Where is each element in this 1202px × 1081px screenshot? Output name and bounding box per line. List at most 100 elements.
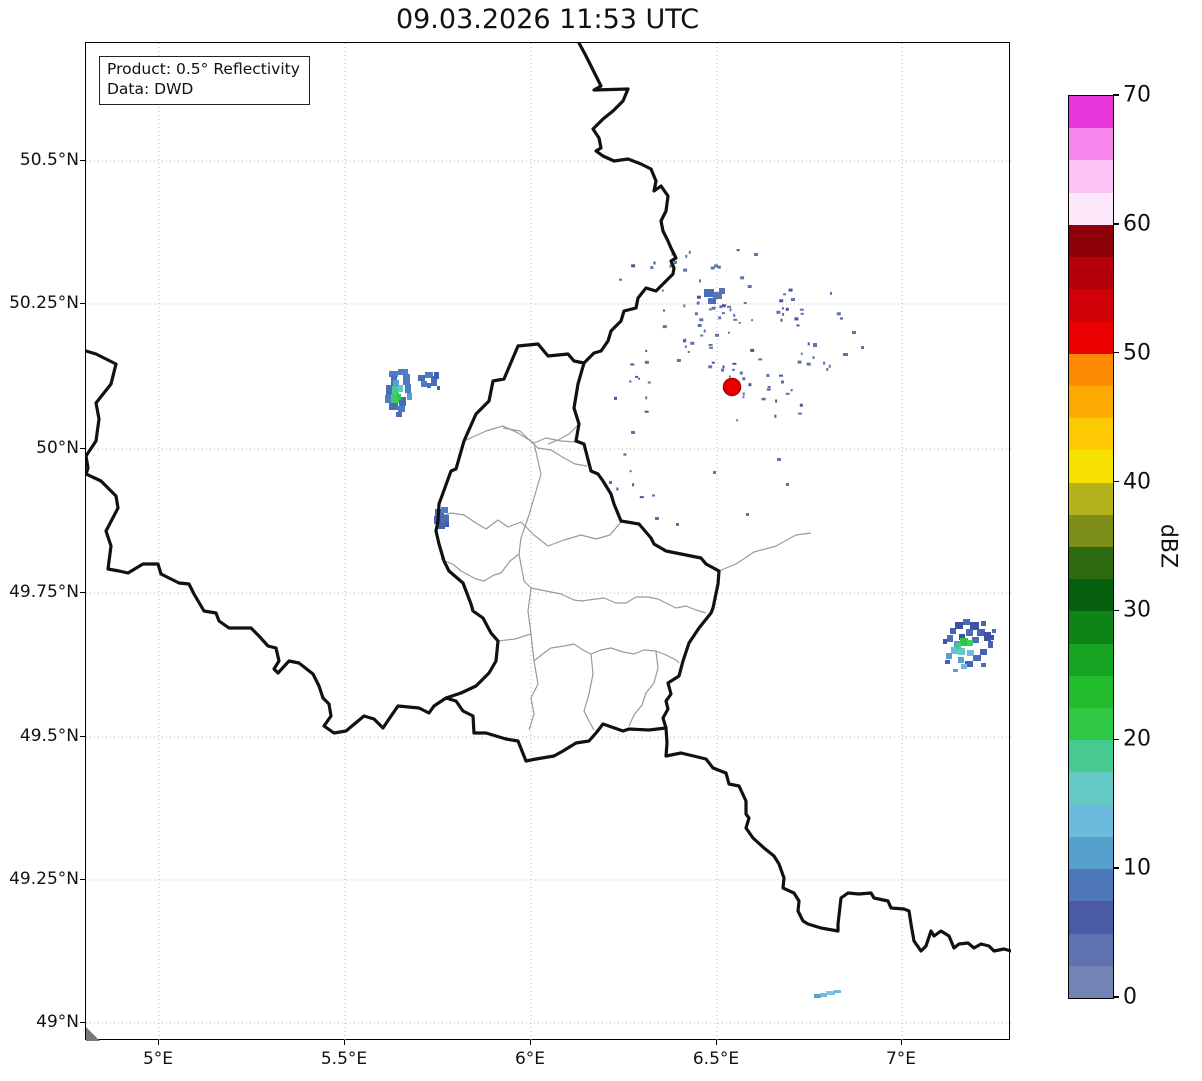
colorbar-segment: [1069, 192, 1113, 225]
y-axis-tick-label: 50°N: [36, 438, 79, 458]
clutter-speckle: [614, 396, 617, 400]
radar-echo-cell: [990, 635, 994, 640]
colorbar-segment: [1069, 611, 1113, 644]
admin-border: [502, 427, 588, 467]
colorbar-segment: [1069, 450, 1113, 483]
radar-echo-cell: [826, 991, 835, 995]
radar-echo-cell: [393, 380, 399, 386]
admin-border: [718, 532, 812, 572]
clutter-speckle: [766, 388, 771, 391]
clutter-speckle: [799, 308, 804, 311]
radar-echo-cell: [958, 648, 965, 655]
colorbar-segment: [1069, 160, 1113, 193]
admin-border: [628, 650, 659, 727]
colorbar-tick-label: 10: [1123, 855, 1151, 881]
clutter-speckle: [635, 375, 639, 378]
radar-echo-cell: [834, 990, 841, 993]
radar-echo-cell: [386, 385, 393, 395]
clutter-speckle: [738, 321, 741, 324]
clutter-speckle: [739, 371, 743, 375]
clutter-speckle: [718, 316, 722, 320]
radar-figure: { "title": "09.03.2026 11:53 UTC", "info…: [0, 0, 1202, 1081]
clutter-speckle: [826, 367, 829, 371]
clutter-speckle: [767, 386, 771, 388]
radar-echo-cell: [955, 622, 963, 629]
clutter-speckle: [629, 470, 632, 473]
admin-border: [497, 633, 532, 642]
clutter-speckle: [750, 348, 755, 352]
radar-echo-cell: [441, 507, 448, 513]
x-axis-tickmark: [344, 1040, 346, 1045]
radar-echo-cell: [967, 650, 974, 656]
radar-echo-cell: [407, 393, 412, 400]
colorbar-segment: [1069, 579, 1113, 612]
colorbar-segment: [1069, 482, 1113, 515]
colorbar-segment: [1069, 804, 1113, 837]
clutter-speckle: [733, 318, 738, 321]
product-info-line1: Product: 0.5° Reflectivity: [107, 60, 300, 78]
clutter-speckle: [728, 375, 731, 378]
x-axis-tick-label: 6.5°E: [692, 1049, 740, 1069]
clutter-speckle: [782, 312, 785, 316]
clutter-speckle: [662, 325, 667, 329]
admin-border: [518, 442, 542, 731]
x-axis-tick-label: 7°E: [885, 1049, 917, 1069]
clutter-speckle: [732, 362, 737, 365]
clutter-speckle: [655, 517, 659, 520]
clutter-speckle: [673, 260, 677, 264]
x-axis-tickmark: [530, 1040, 532, 1045]
clutter-speckle: [683, 268, 688, 272]
colorbar-tick-mark: [1113, 94, 1119, 96]
colorbar-segment: [1069, 740, 1113, 773]
clutter-speckle: [714, 264, 719, 268]
colorbar-tick-label: 70: [1123, 82, 1151, 108]
clutter-speckle: [836, 312, 841, 316]
colorbar-tick-label: 0: [1123, 984, 1137, 1010]
clutter-speckle: [717, 265, 721, 269]
clutter-speckle: [779, 299, 784, 303]
clutter-speckle: [790, 389, 793, 392]
colorbar-segment: [1069, 418, 1113, 451]
radar-echo-cell: [437, 386, 440, 390]
country-border: [664, 726, 1011, 953]
clutter-speckle: [696, 295, 701, 299]
clutter-speckle: [684, 338, 687, 342]
clutter-speckle: [788, 288, 793, 292]
colorbar-segment: [1069, 772, 1113, 805]
clutter-speckle: [797, 412, 802, 415]
radar-echo-cell: [403, 374, 410, 385]
radar-echo-cell: [820, 993, 827, 997]
colorbar-segment: [1069, 546, 1113, 580]
clutter-speckle: [758, 358, 763, 361]
y-axis-tickmark: [80, 1022, 85, 1024]
clutter-speckle: [830, 291, 832, 295]
colorbar-segment: [1069, 128, 1113, 161]
y-axis-tickmark: [80, 736, 85, 738]
clutter-speckle: [742, 377, 746, 381]
radar-echo-cell: [397, 394, 401, 400]
clutter-speckle: [812, 356, 815, 360]
radar-echo-cell: [814, 994, 821, 998]
clutter-speckle: [696, 301, 700, 305]
clutter-speckle: [661, 289, 664, 292]
clutter-speckle: [828, 364, 831, 368]
map-plot-area: [85, 42, 1011, 1041]
radar-echo-cell: [970, 622, 979, 630]
colorbar-segment: [1069, 385, 1113, 419]
colorbar-segment: [1069, 675, 1113, 709]
colorbar-tick-mark: [1113, 609, 1119, 612]
clutter-speckle: [774, 414, 777, 418]
clutter-speckle: [748, 383, 752, 387]
admin-border: [583, 653, 595, 731]
radar-echo-cell: [973, 655, 981, 661]
radar-echo-cell: [984, 632, 991, 641]
clutter-speckle: [791, 298, 795, 301]
x-axis-tickmark: [158, 1040, 160, 1045]
colorbar-tick-mark: [1113, 996, 1119, 998]
y-axis-tick-label: 49.25°N: [9, 869, 79, 889]
radar-echo-cell: [966, 629, 973, 636]
radar-echo-cell: [946, 653, 952, 659]
clutter-speckle: [794, 317, 799, 321]
radar-echo-cell: [398, 385, 403, 392]
radar-echo-cell: [960, 638, 968, 646]
